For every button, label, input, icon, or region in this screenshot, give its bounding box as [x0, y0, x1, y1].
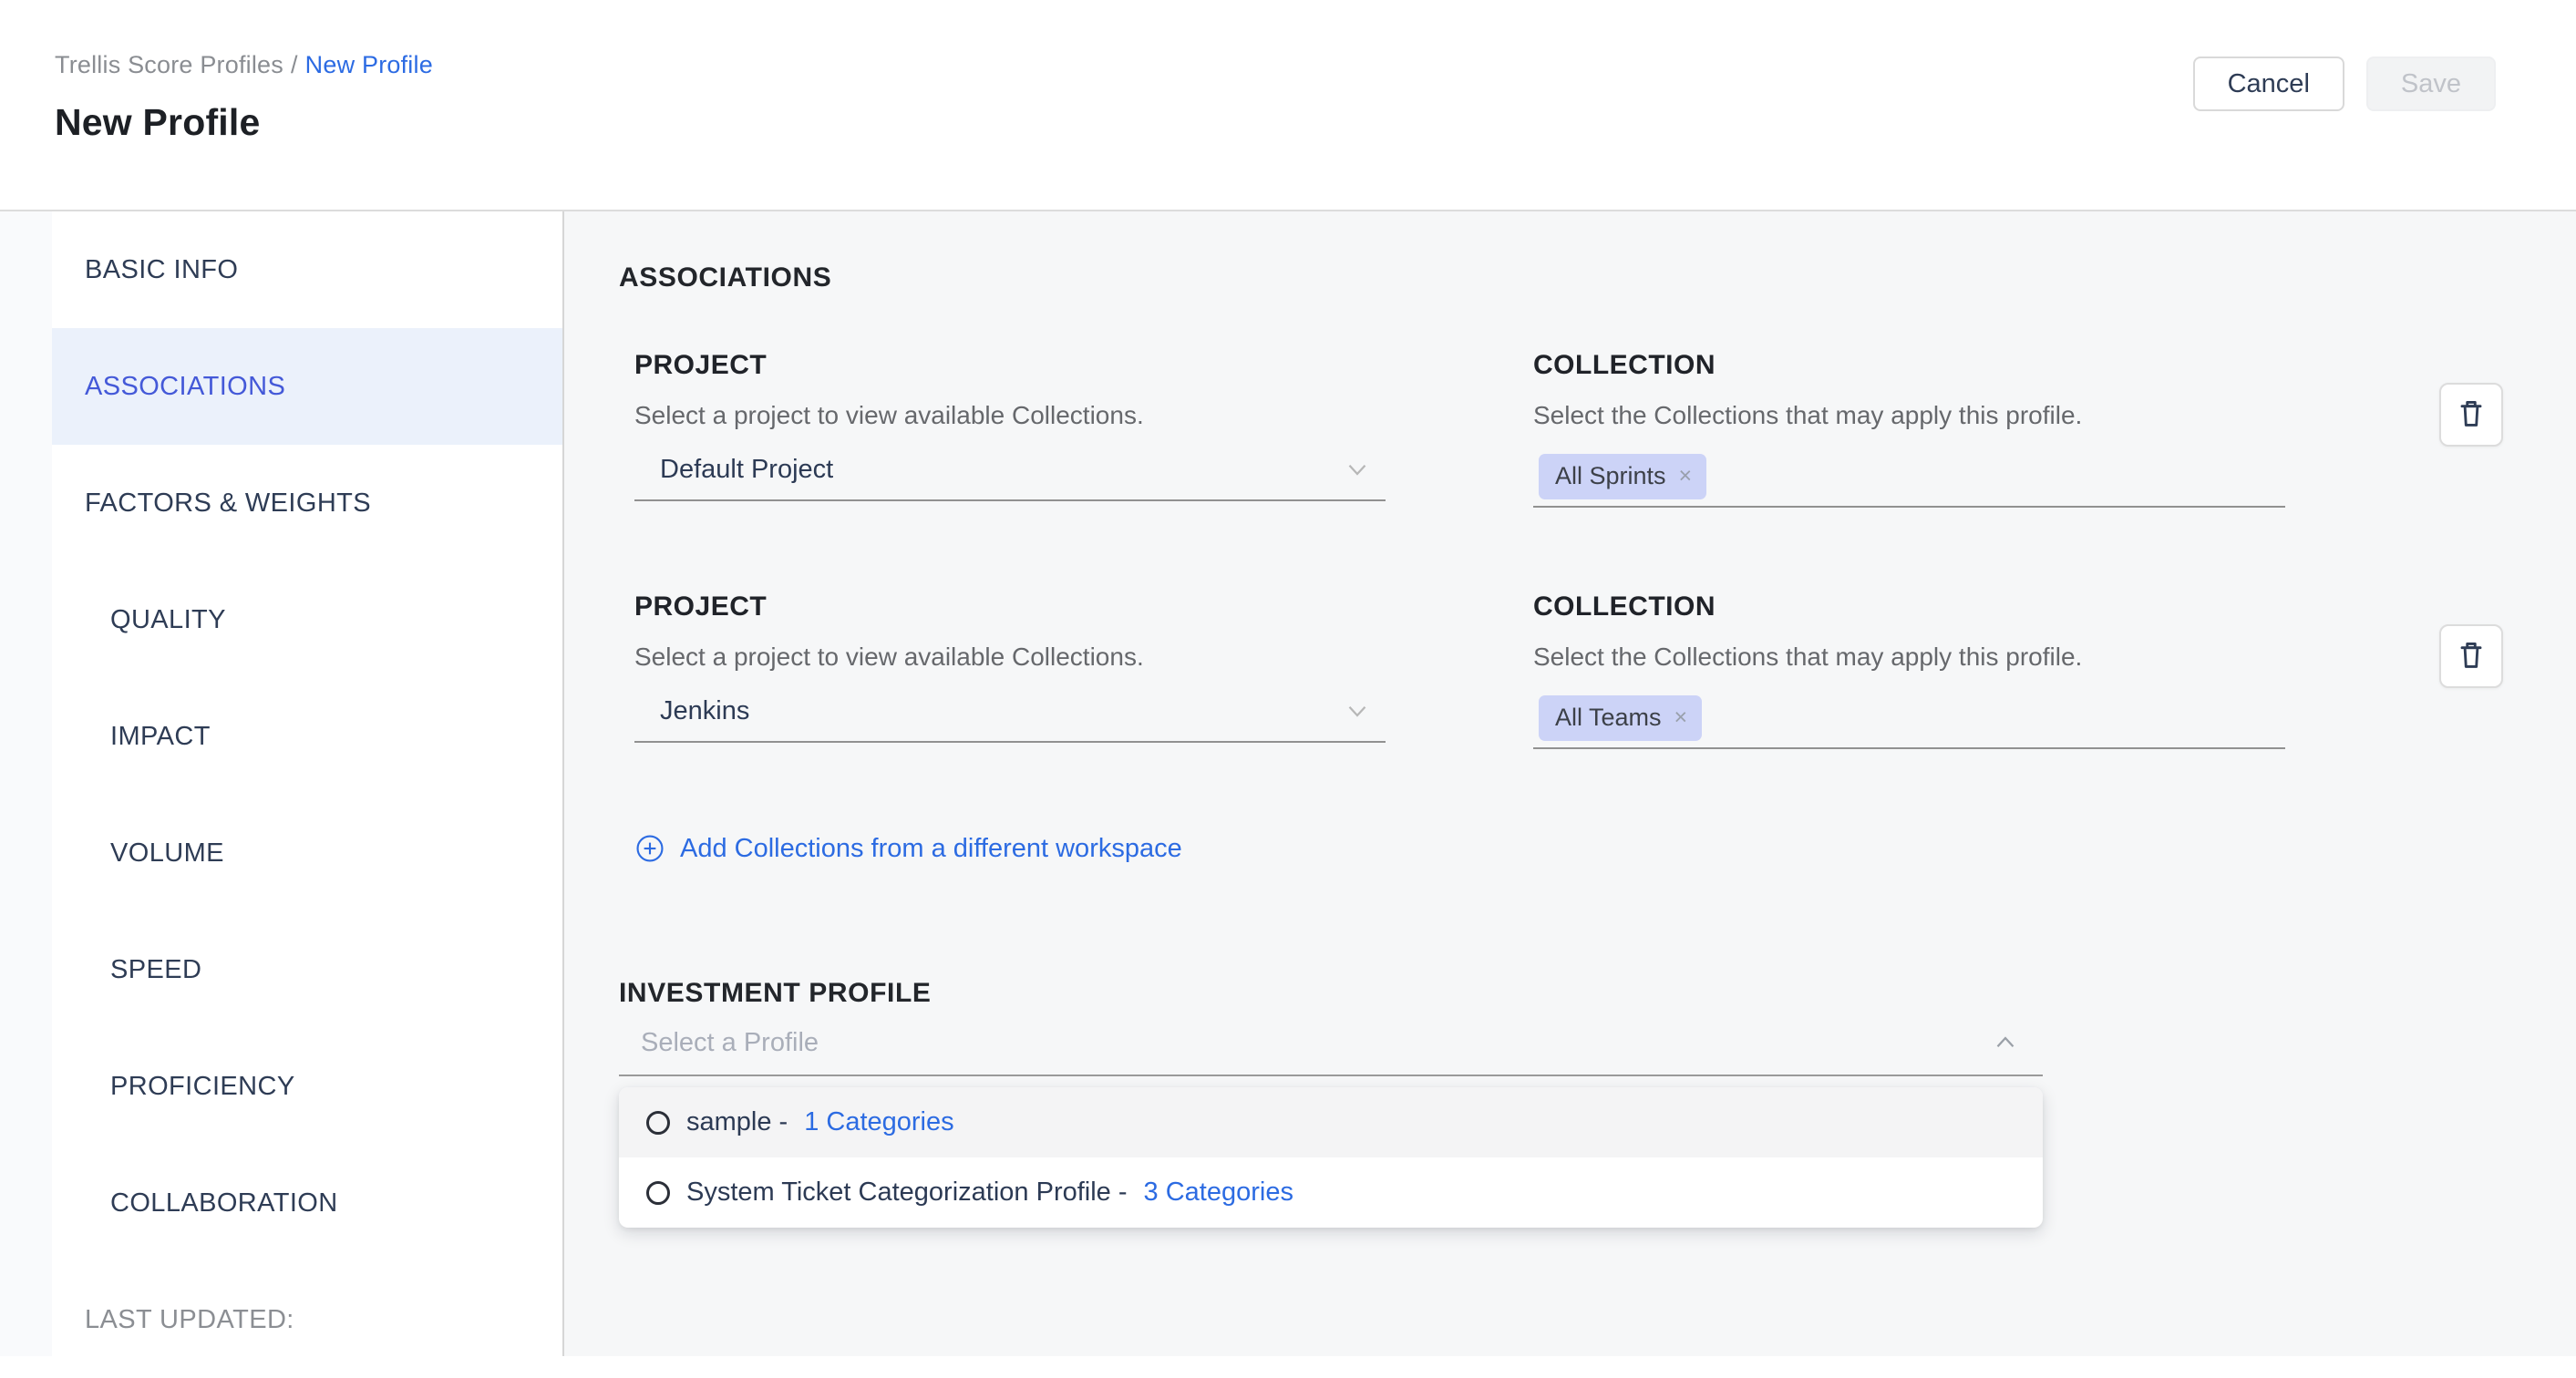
delete-association-button[interactable] [2439, 624, 2503, 688]
trash-icon [2453, 396, 2489, 433]
association-row: PROJECT Select a project to view availab… [634, 350, 2503, 508]
sidebar-item-impact[interactable]: IMPACT [52, 678, 562, 795]
sidebar-item-speed[interactable]: SPEED [52, 911, 562, 1028]
breadcrumb: Trellis Score Profiles/New Profile [55, 51, 433, 79]
collection-chip-label: All Sprints [1555, 462, 1666, 490]
sidebar-item-proficiency[interactable]: PROFICIENCY [52, 1028, 562, 1145]
collection-chip[interactable]: All Teams × [1539, 695, 1702, 741]
radio-button[interactable] [646, 1111, 670, 1135]
investment-profile-dropdown: sample - 1 Categories System Ticket Categ… [619, 1087, 2043, 1228]
collection-field: COLLECTION Select the Collections that m… [1533, 591, 2285, 749]
project-hint: Select a project to view available Colle… [634, 643, 1386, 672]
project-field: PROJECT Select a project to view availab… [634, 350, 1386, 501]
profile-option-categories-link[interactable]: 3 Categories [1144, 1177, 1293, 1208]
chevron-up-icon [1990, 1027, 2021, 1058]
collection-multiselect[interactable]: All Teams × [1533, 695, 2285, 749]
project-select[interactable]: Jenkins [634, 695, 1386, 743]
profile-option-name: sample - [686, 1107, 788, 1137]
radio-button[interactable] [646, 1181, 670, 1205]
associations-section-title: ASSOCIATIONS [619, 262, 2503, 293]
profile-option[interactable]: sample - 1 Categories [619, 1087, 2043, 1157]
project-label: PROJECT [634, 350, 1386, 381]
sidebar-item-associations[interactable]: ASSOCIATIONS [52, 328, 562, 445]
association-row: PROJECT Select a project to view availab… [634, 591, 2503, 749]
add-collections-link[interactable]: Add Collections from a different workspa… [634, 833, 1182, 864]
investment-profile-field: Select a Profile sample -1 Categories Sy… [619, 1027, 2043, 1076]
project-select-value: Jenkins [660, 696, 749, 726]
plus-circle-icon [634, 833, 665, 864]
sidebar-item-volume[interactable]: VOLUME [52, 795, 562, 911]
add-collections-label: Add Collections from a different workspa… [680, 834, 1182, 864]
page-header: Trellis Score Profiles/New Profile New P… [0, 0, 2576, 211]
main-panel: ASSOCIATIONS PROJECT Select a project to… [564, 211, 2576, 1356]
collection-hint: Select the Collections that may apply th… [1533, 643, 2285, 672]
investment-profile-placeholder: Select a Profile [641, 1028, 819, 1058]
content-area: BASIC INFO ASSOCIATIONS FACTORS & WEIGHT… [0, 211, 2576, 1356]
breadcrumb-current-link[interactable]: New Profile [305, 51, 433, 78]
project-select-value: Default Project [660, 455, 833, 485]
collection-hint: Select the Collections that may apply th… [1533, 401, 2285, 430]
trash-icon [2453, 638, 2489, 674]
project-field: PROJECT Select a project to view availab… [634, 591, 1386, 743]
investment-profile-select[interactable]: Select a Profile [619, 1027, 2043, 1076]
save-button[interactable]: Save [2366, 57, 2496, 111]
collection-field: COLLECTION Select the Collections that m… [1533, 350, 2285, 508]
chevron-down-icon [1342, 454, 1373, 485]
breadcrumb-separator: / [283, 51, 305, 78]
header-left: Trellis Score Profiles/New Profile New P… [0, 0, 433, 144]
breadcrumb-parent-link[interactable]: Trellis Score Profiles [55, 51, 283, 78]
collection-label: COLLECTION [1533, 591, 2285, 622]
sidebar-last-updated-label: LAST UPDATED: [52, 1261, 562, 1378]
page-title: New Profile [55, 101, 433, 144]
cancel-button[interactable]: Cancel [2193, 57, 2344, 111]
collection-multiselect[interactable]: All Sprints × [1533, 454, 2285, 508]
sidebar-item-quality[interactable]: QUALITY [52, 561, 562, 678]
profile-option-categories-link[interactable]: 1 Categories [804, 1107, 953, 1137]
profile-option[interactable]: System Ticket Categorization Profile - 3 … [619, 1157, 2043, 1228]
sidebar-item-basic-info[interactable]: BASIC INFO [52, 211, 562, 328]
header-actions: Cancel Save [2193, 57, 2496, 111]
collection-label: COLLECTION [1533, 350, 2285, 381]
investment-profile-title: INVESTMENT PROFILE [619, 978, 2503, 1009]
project-hint: Select a project to view available Colle… [634, 401, 1386, 430]
sidebar-item-factors-weights[interactable]: FACTORS & WEIGHTS [52, 445, 562, 561]
close-icon[interactable]: × [1674, 706, 1688, 729]
close-icon[interactable]: × [1679, 465, 1693, 488]
sidebar-item-collaboration[interactable]: COLLABORATION [52, 1145, 562, 1261]
collection-chip-label: All Teams [1555, 704, 1662, 732]
profile-option-name: System Ticket Categorization Profile - [686, 1177, 1128, 1208]
left-rail [0, 211, 52, 1356]
project-select[interactable]: Default Project [634, 454, 1386, 501]
chevron-down-icon [1342, 695, 1373, 726]
project-label: PROJECT [634, 591, 1386, 622]
delete-association-button[interactable] [2439, 383, 2503, 447]
settings-sidebar: BASIC INFO ASSOCIATIONS FACTORS & WEIGHT… [52, 211, 564, 1356]
collection-chip[interactable]: All Sprints × [1539, 454, 1706, 499]
